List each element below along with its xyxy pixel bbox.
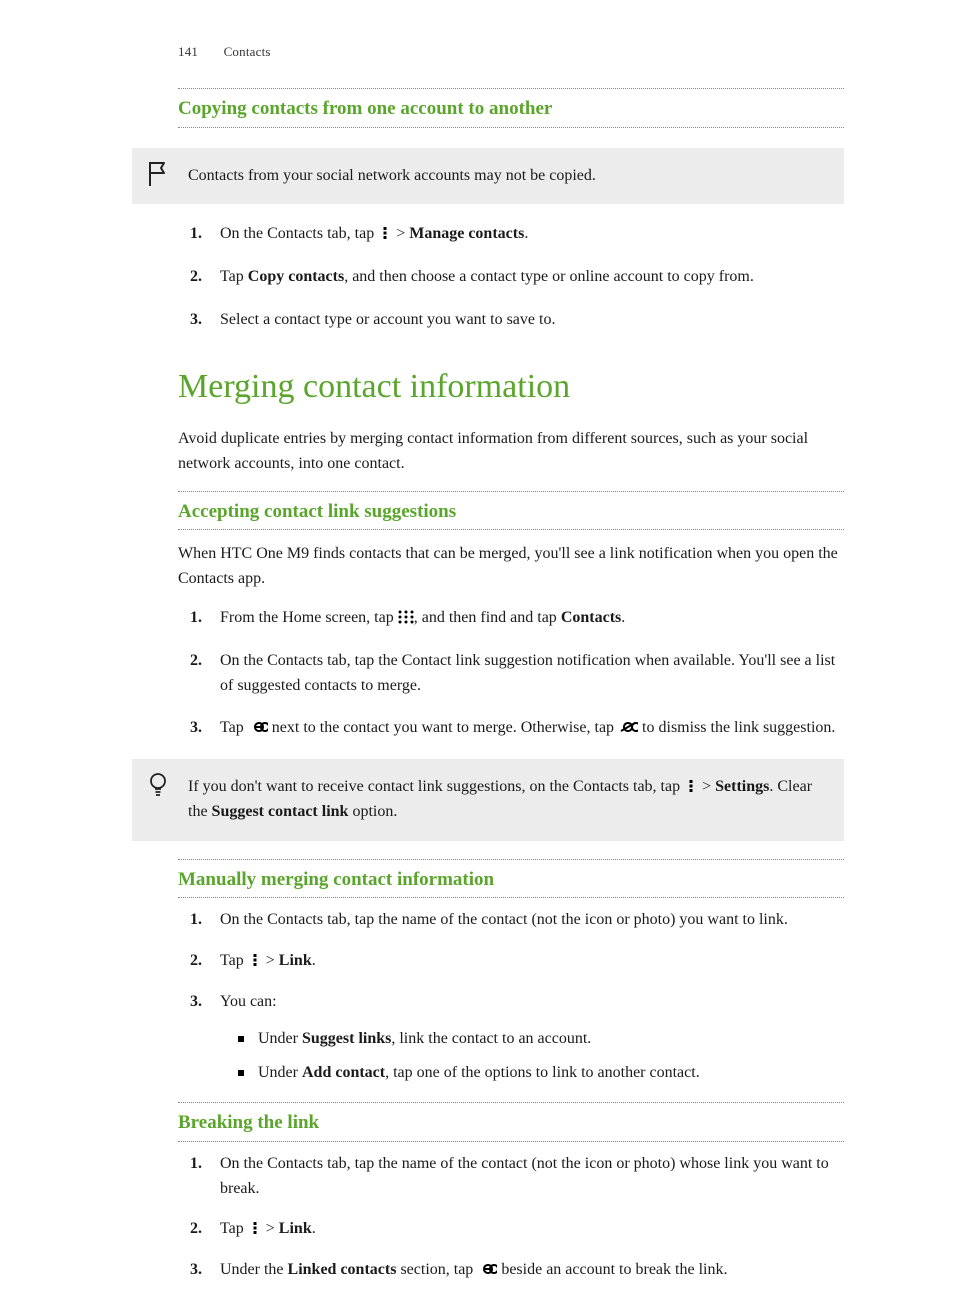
list-item: Under Suggest links, link the contact to… <box>220 1027 844 1052</box>
lightbulb-icon <box>146 771 170 799</box>
menu-dots-icon <box>248 1221 262 1235</box>
menu-dots-icon <box>378 226 392 240</box>
link-icon <box>477 1263 497 1275</box>
heading-breaking-link: Breaking the link <box>178 1102 844 1141</box>
list-item: Tap > Link. <box>178 949 844 974</box>
flag-icon <box>146 160 170 188</box>
merging-intro: Avoid duplicate entries by merging conta… <box>178 427 844 477</box>
menu-dots-icon <box>684 779 698 793</box>
apps-grid-icon <box>398 610 414 624</box>
callout-tip-text: If you don't want to receive contact lin… <box>188 778 812 820</box>
list-item: Select a contact type or account you wan… <box>178 308 844 333</box>
list-item: Under the Linked contacts section, tap b… <box>178 1258 844 1283</box>
breadcrumb-section: Contacts <box>224 44 271 59</box>
callout-social-note: Contacts from your social network accoun… <box>132 148 844 205</box>
list-item: Tap next to the contact you want to merg… <box>178 716 844 741</box>
list-item: Tap > Link. <box>178 1217 844 1242</box>
list-item: From the Home screen, tap , and then fin… <box>178 606 844 631</box>
page-header: 141 Contacts <box>178 42 844 62</box>
page-root: 141 Contacts Copying contacts from one a… <box>0 0 954 1299</box>
callout-tip: If you don't want to receive contact lin… <box>132 759 844 841</box>
heading-merging: Merging contact information <box>178 361 844 414</box>
list-item: On the Contacts tab, tap the name of the… <box>178 1152 844 1202</box>
heading-manual-merging: Manually merging contact information <box>178 859 844 898</box>
unlink-icon <box>618 721 638 733</box>
callout-social-text: Contacts from your social network accoun… <box>188 167 596 184</box>
list-item: On the Contacts tab, tap > Manage contac… <box>178 222 844 247</box>
page-number: 141 <box>178 44 198 59</box>
manual-steps-list: On the Contacts tab, tap the name of the… <box>178 908 844 1086</box>
list-item: On the Contacts tab, tap the Contact lin… <box>178 649 844 699</box>
list-item: Under Add contact, tap one of the option… <box>220 1061 844 1086</box>
menu-dots-icon <box>248 953 262 967</box>
accept-steps-list: From the Home screen, tap , and then fin… <box>178 606 844 741</box>
list-item: Tap Copy contacts, and then choose a con… <box>178 265 844 290</box>
list-item: On the Contacts tab, tap the name of the… <box>178 908 844 933</box>
breaking-steps-list: On the Contacts tab, tap the name of the… <box>178 1152 844 1283</box>
manual-sub-list: Under Suggest links, link the contact to… <box>220 1027 844 1087</box>
list-item: You can: Under Suggest links, link the c… <box>178 990 844 1086</box>
copy-steps-list: On the Contacts tab, tap > Manage contac… <box>178 222 844 332</box>
heading-accepting: Accepting contact link suggestions <box>178 491 844 530</box>
heading-copying-contacts: Copying contacts from one account to ano… <box>178 88 844 127</box>
accepting-intro: When HTC One M9 finds contacts that can … <box>178 542 844 592</box>
link-icon <box>248 721 268 733</box>
